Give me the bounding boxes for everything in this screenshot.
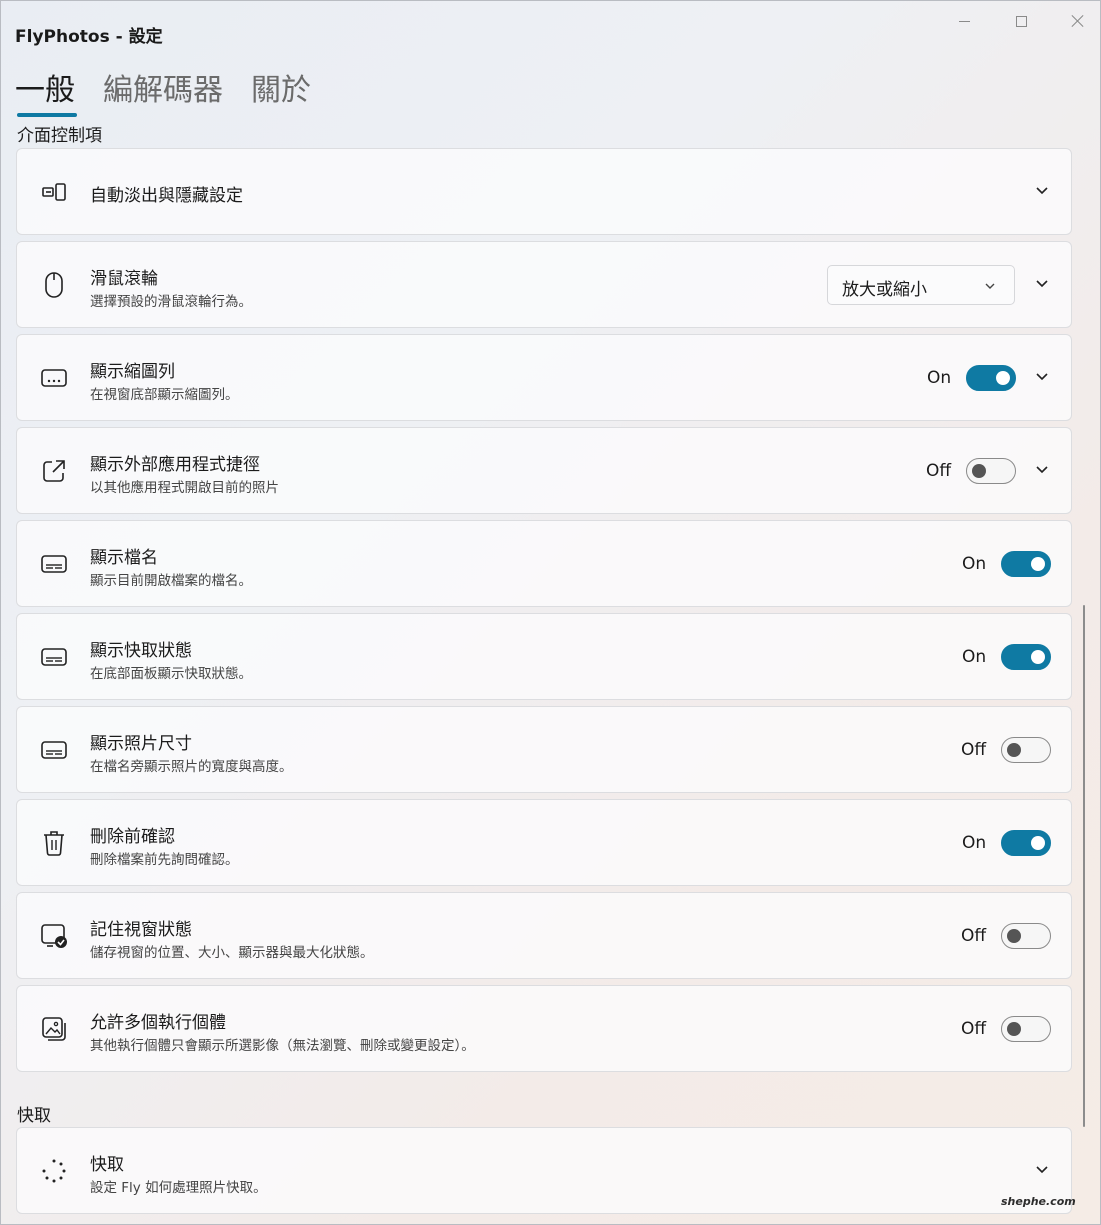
watermark: shephe.com <box>1001 1195 1076 1208</box>
maximize-button[interactable] <box>998 7 1044 35</box>
caption-icon <box>39 642 69 672</box>
fade-hide-icon <box>39 177 69 207</box>
thumbnail-strip-toggle[interactable] <box>966 365 1016 391</box>
setting-description: 在檔名旁顯示照片的寬度與高度。 <box>90 759 293 775</box>
section-title-cache: 快取 <box>17 1106 51 1126</box>
open-external-icon <box>39 456 69 486</box>
window-check-icon <box>39 921 69 951</box>
minimize-button[interactable] <box>941 7 987 35</box>
setting-description: 選擇預設的滑鼠滾輪行為。 <box>90 294 252 310</box>
setting-description: 顯示目前開啟檔案的檔名。 <box>90 573 252 589</box>
section-title-ui-controls: 介面控制項 <box>17 126 102 146</box>
spinner-icon <box>39 1156 69 1186</box>
setting-title: 顯示照片尺寸 <box>90 734 192 754</box>
title-bar: FlyPhotos - 設定 <box>1 1 1101 63</box>
setting-description: 在底部面板顯示快取狀態。 <box>90 666 252 682</box>
setting-title: 顯示外部應用程式捷徑 <box>90 455 260 475</box>
tab-about[interactable]: 關於 <box>251 71 311 117</box>
toggle-knob <box>1031 557 1045 571</box>
mouse-wheel-dropdown[interactable]: 放大或縮小 <box>827 265 1015 305</box>
chevron-down-icon[interactable] <box>1035 463 1049 477</box>
setting-description: 刪除檔案前先詢問確認。 <box>90 852 239 868</box>
toggle-state-label: On <box>927 368 952 388</box>
setting-mouse-wheel[interactable]: 滑鼠滾輪 選擇預設的滑鼠滾輪行為。 放大或縮小 <box>16 241 1072 328</box>
toggle-knob <box>1031 836 1045 850</box>
close-button[interactable] <box>1055 7 1101 35</box>
setting-title: 顯示縮圖列 <box>90 362 175 382</box>
setting-multiple-instances[interactable]: 允許多個執行個體 其他執行個體只會顯示所選影像（無法瀏覽、刪除或變更設定）。 O… <box>16 985 1072 1072</box>
setting-description: 以其他應用程式開啟目前的照片 <box>90 480 279 496</box>
setting-cache[interactable]: 快取 設定 Fly 如何處理照片快取。 <box>16 1127 1072 1214</box>
tab-about-label: 關於 <box>251 73 311 108</box>
toggle-knob <box>1007 743 1021 757</box>
multi-image-icon <box>39 1014 69 1044</box>
setting-thumbnail-strip[interactable]: 顯示縮圖列 在視窗底部顯示縮圖列。 On <box>16 334 1072 421</box>
toggle-state-label: Off <box>961 926 987 946</box>
setting-title: 記住視窗狀態 <box>90 920 192 940</box>
maximize-icon <box>1015 15 1027 27</box>
tab-general[interactable]: 一般 <box>15 71 77 117</box>
trash-icon <box>39 828 69 858</box>
toggle-state-label: Off <box>961 740 987 760</box>
multiple-instances-toggle[interactable] <box>1001 1016 1051 1042</box>
window-title: FlyPhotos - 設定 <box>15 27 163 47</box>
show-cache-status-toggle[interactable] <box>1001 644 1051 670</box>
confirm-delete-toggle[interactable] <box>1001 830 1051 856</box>
setting-description: 其他執行個體只會顯示所選影像（無法瀏覽、刪除或變更設定）。 <box>90 1038 475 1054</box>
setting-external-app-shortcuts[interactable]: 顯示外部應用程式捷徑 以其他應用程式開啟目前的照片 Off <box>16 427 1072 514</box>
setting-title: 允許多個執行個體 <box>90 1013 226 1033</box>
tab-codecs[interactable]: 編解碼器 <box>103 71 223 117</box>
toggle-state-label: On <box>962 647 987 667</box>
toggle-knob <box>1031 650 1045 664</box>
chevron-down-icon[interactable] <box>1035 370 1049 384</box>
toggle-knob <box>1007 1022 1021 1036</box>
close-icon <box>1072 15 1084 27</box>
thumbnail-strip-icon <box>39 363 69 393</box>
dropdown-value: 放大或縮小 <box>842 280 927 300</box>
tab-general-label: 一般 <box>15 73 75 108</box>
setting-title: 快取 <box>90 1155 124 1175</box>
setting-title: 刪除前確認 <box>90 827 175 847</box>
vertical-scrollbar[interactable] <box>1083 605 1085 1127</box>
toggle-state-label: On <box>962 554 987 574</box>
chevron-down-icon[interactable] <box>1035 184 1049 198</box>
settings-window: FlyPhotos - 設定 一般 編解碼器 關於 介面控制項 自動淡出與隱藏設… <box>0 0 1101 1225</box>
caption-icon <box>39 549 69 579</box>
setting-confirm-delete[interactable]: 刪除前確認 刪除檔案前先詢問確認。 On <box>16 799 1072 886</box>
setting-title: 自動淡出與隱藏設定 <box>90 186 243 206</box>
chevron-down-icon <box>985 283 995 289</box>
tab-bar: 一般 編解碼器 關於 <box>15 71 339 117</box>
setting-show-filename[interactable]: 顯示檔名 顯示目前開啟檔案的檔名。 On <box>16 520 1072 607</box>
minimize-icon <box>958 20 970 22</box>
setting-description: 儲存視窗的位置、大小、顯示器與最大化狀態。 <box>90 945 374 961</box>
toggle-knob <box>972 464 986 478</box>
toggle-knob <box>996 371 1010 385</box>
chevron-down-icon[interactable] <box>1035 277 1049 291</box>
setting-show-photo-dimensions[interactable]: 顯示照片尺寸 在檔名旁顯示照片的寬度與高度。 Off <box>16 706 1072 793</box>
active-tab-indicator <box>17 113 77 117</box>
setting-show-cache-status[interactable]: 顯示快取狀態 在底部面板顯示快取狀態。 On <box>16 613 1072 700</box>
show-filename-toggle[interactable] <box>1001 551 1051 577</box>
caption-icon <box>39 735 69 765</box>
toggle-knob <box>1007 929 1021 943</box>
setting-remember-window-state[interactable]: 記住視窗狀態 儲存視窗的位置、大小、顯示器與最大化狀態。 Off <box>16 892 1072 979</box>
setting-description: 在視窗底部顯示縮圖列。 <box>90 387 239 403</box>
setting-title: 滑鼠滾輪 <box>90 269 158 289</box>
setting-title: 顯示快取狀態 <box>90 641 192 661</box>
chevron-down-icon[interactable] <box>1035 1163 1049 1177</box>
setting-auto-fade[interactable]: 自動淡出與隱藏設定 <box>16 148 1072 235</box>
setting-title: 顯示檔名 <box>90 548 158 568</box>
tab-codecs-label: 編解碼器 <box>103 73 223 108</box>
toggle-state-label: Off <box>926 461 952 481</box>
setting-description: 設定 Fly 如何處理照片快取。 <box>90 1180 267 1196</box>
remember-window-toggle[interactable] <box>1001 923 1051 949</box>
toggle-state-label: Off <box>961 1019 987 1039</box>
mouse-icon <box>39 270 69 300</box>
toggle-state-label: On <box>962 833 987 853</box>
show-dimensions-toggle[interactable] <box>1001 737 1051 763</box>
external-app-toggle[interactable] <box>966 458 1016 484</box>
